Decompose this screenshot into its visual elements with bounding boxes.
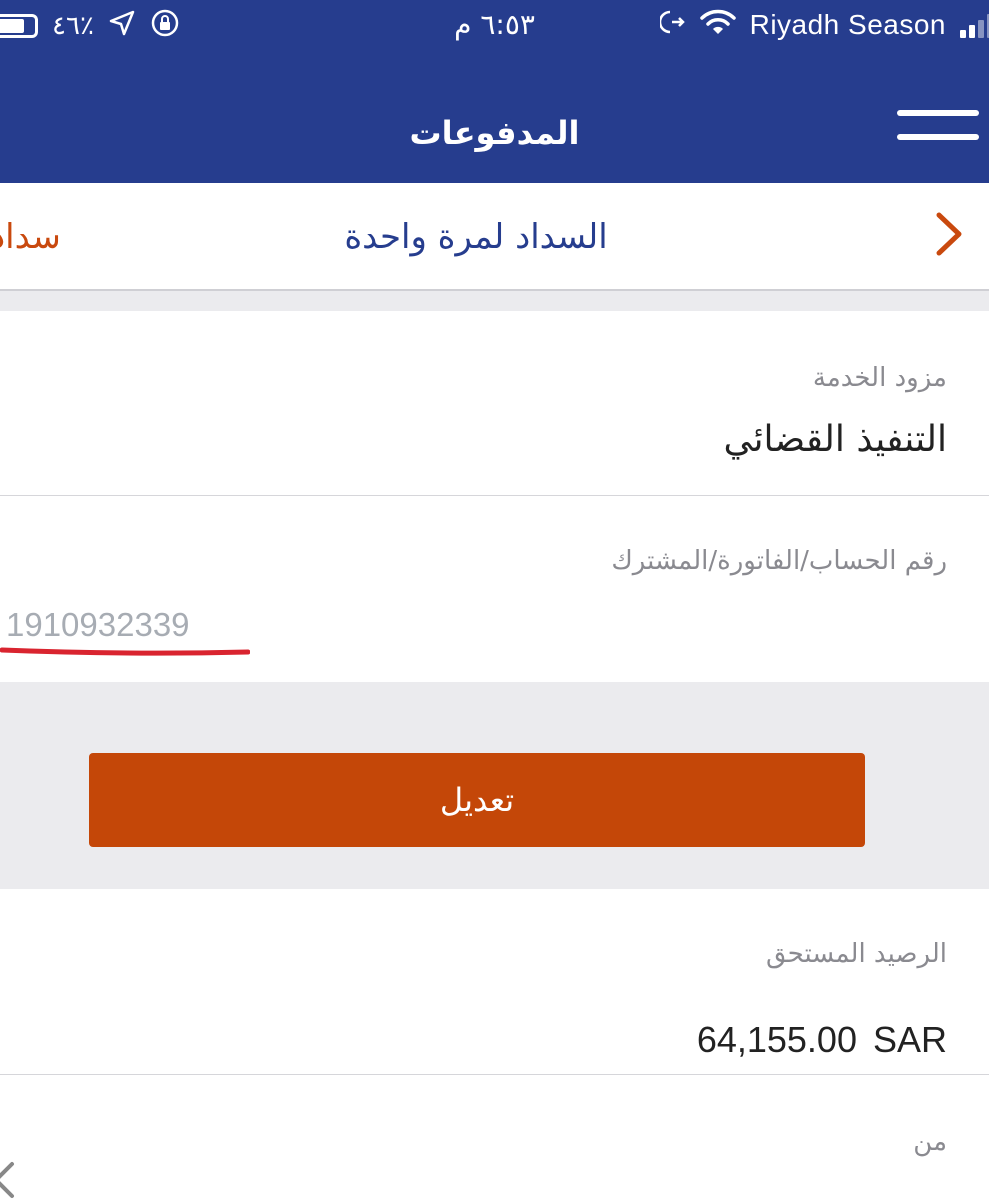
edit-button[interactable]: تعديل [89, 753, 865, 847]
wifi-icon [699, 8, 736, 41]
balance-due-label: الرصيد المستحق [765, 939, 947, 969]
service-provider-value: التنفيذ القضائي [723, 419, 947, 460]
account-number-input[interactable] [6, 601, 266, 649]
tab-strip: سداد السداد لمرة واحدة [0, 183, 989, 291]
red-underline-annotation [0, 647, 250, 656]
service-provider-field: مزود الخدمة التنفيذ القضائي [0, 311, 989, 496]
section-divider [0, 291, 989, 311]
chevron-right-icon[interactable] [929, 209, 969, 259]
status-bar: ٪٤٦ ٦:٥٣ م Riyadh Season [0, 0, 989, 52]
service-provider-label: مزود الخدمة [812, 363, 947, 393]
app-bar: المدفوعات [0, 52, 989, 183]
chevron-left-icon[interactable] [0, 1160, 18, 1200]
tab-one-time-payment[interactable]: السداد لمرة واحدة [0, 217, 952, 257]
account-number-label: رقم الحساب/الفاتورة/المشترك [611, 546, 947, 576]
menu-icon[interactable] [897, 110, 979, 146]
call-forward-icon [658, 8, 686, 41]
balance-currency: SAR [872, 1019, 947, 1060]
status-right: Riyadh Season [658, 8, 989, 41]
balance-due-value: 64,155.00 SAR [697, 1019, 947, 1061]
signal-strength-icon [960, 12, 989, 38]
from-field: من [0, 1075, 989, 1200]
carrier-name: Riyadh Season [749, 8, 946, 40]
account-number-field: رقم الحساب/الفاتورة/المشترك [0, 496, 989, 682]
from-label: من [913, 1127, 947, 1157]
balance-due-field: الرصيد المستحق 64,155.00 SAR [0, 889, 989, 1075]
balance-amount: 64,155.00 [696, 1019, 857, 1060]
page-title: المدفوعات [409, 114, 580, 152]
